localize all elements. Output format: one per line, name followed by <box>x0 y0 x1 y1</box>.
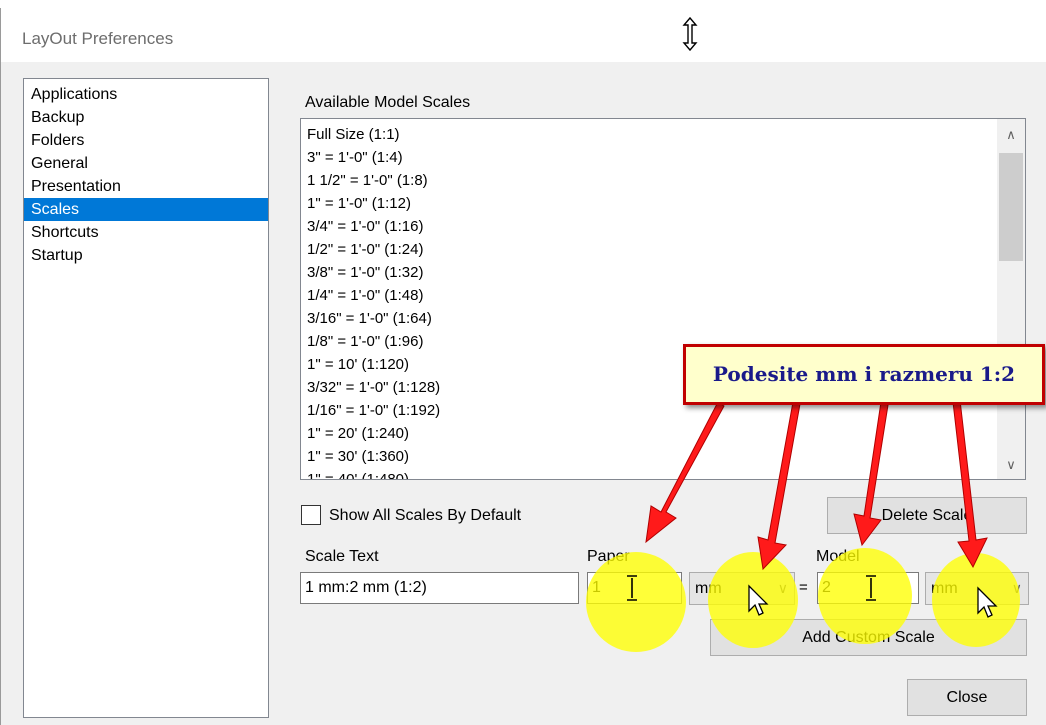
sidebar-item-general[interactable]: General <box>24 152 268 175</box>
model-value-input[interactable]: 2 <box>817 572 919 604</box>
chevron-down-icon: ∨ <box>777 580 788 596</box>
scales-scrollbar[interactable]: ∧ ∨ <box>997 119 1025 479</box>
paper-value-input[interactable]: 1 <box>587 572 682 604</box>
resize-cursor-icon <box>682 16 698 52</box>
scroll-down-icon[interactable]: ∨ <box>997 451 1025 479</box>
scale-list-item[interactable]: 3/4" = 1'-0" (1:16) <box>301 215 1025 238</box>
window-edge <box>0 8 1 725</box>
scale-list-item[interactable]: 1/4" = 1'-0" (1:48) <box>301 284 1025 307</box>
sidebar-item-scales[interactable]: Scales <box>24 198 268 221</box>
close-button[interactable]: Close <box>907 679 1027 716</box>
available-scales-heading: Available Model Scales <box>305 94 471 111</box>
scale-list-item[interactable]: 1" = 30' (1:360) <box>301 445 1025 468</box>
add-custom-scale-button[interactable]: Add Custom Scale <box>710 619 1027 656</box>
category-list[interactable]: Applications Backup Folders General Pres… <box>23 78 269 718</box>
scale-list-item[interactable]: 1" = 40' (1:480) <box>301 468 1025 479</box>
scroll-up-icon[interactable]: ∧ <box>997 121 1025 149</box>
sidebar-item-folders[interactable]: Folders <box>24 129 268 152</box>
annotation-callout: Podesite mm i razmeru 1:2 <box>683 344 1045 405</box>
scales-list[interactable]: Full Size (1:1) 3" = 1'-0" (1:4) 1 1/2" … <box>300 118 1026 480</box>
scale-list-item[interactable]: 1 1/2" = 1'-0" (1:8) <box>301 169 1025 192</box>
equals-sign: = <box>799 579 808 596</box>
sidebar-item-backup[interactable]: Backup <box>24 106 268 129</box>
window-title: LayOut Preferences <box>22 29 174 48</box>
model-label: Model <box>816 548 860 565</box>
scale-list-item[interactable]: 1" = 20' (1:240) <box>301 422 1025 445</box>
model-unit-value: mm <box>931 580 958 597</box>
scrollbar-thumb[interactable] <box>999 153 1023 261</box>
sidebar-item-shortcuts[interactable]: Shortcuts <box>24 221 268 244</box>
show-all-scales-checkbox[interactable] <box>301 505 321 525</box>
scale-text-input[interactable]: 1 mm:2 mm (1:2) <box>300 572 579 604</box>
chevron-down-icon: ∨ <box>1011 580 1022 596</box>
sidebar-item-applications[interactable]: Applications <box>24 83 268 106</box>
model-unit-select[interactable]: mm ∨ <box>925 572 1029 605</box>
callout-text: Podesite mm i razmeru 1:2 <box>712 362 1016 386</box>
show-all-scales-label: Show All Scales By Default <box>329 507 522 524</box>
scale-list-item[interactable]: 3/16" = 1'-0" (1:64) <box>301 307 1025 330</box>
paper-unit-value: mm <box>695 580 722 597</box>
scale-list-item[interactable]: 1" = 1'-0" (1:12) <box>301 192 1025 215</box>
scale-list-item[interactable]: 1/2" = 1'-0" (1:24) <box>301 238 1025 261</box>
scale-list-item[interactable]: Full Size (1:1) <box>301 123 1025 146</box>
paper-unit-select[interactable]: mm ∨ <box>689 572 795 605</box>
title-bar: LayOut Preferences <box>0 0 1046 62</box>
sidebar-item-startup[interactable]: Startup <box>24 244 268 267</box>
sidebar-item-presentation[interactable]: Presentation <box>24 175 268 198</box>
scale-list-item[interactable]: 3" = 1'-0" (1:4) <box>301 146 1025 169</box>
delete-scale-button[interactable]: Delete Scale <box>827 497 1027 534</box>
paper-label: Paper <box>587 548 630 565</box>
scale-list-item[interactable]: 3/8" = 1'-0" (1:32) <box>301 261 1025 284</box>
scale-text-label: Scale Text <box>305 548 379 565</box>
